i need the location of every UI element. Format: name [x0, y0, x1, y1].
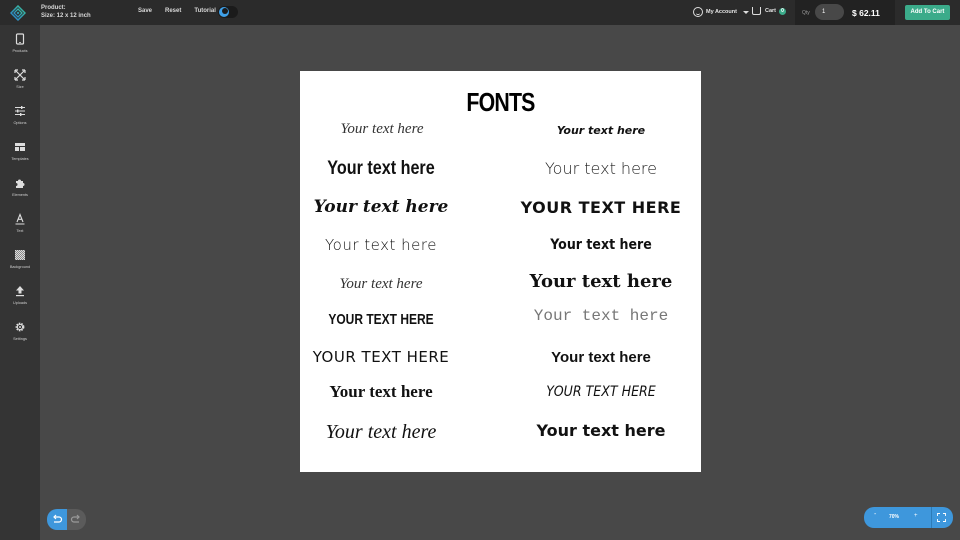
font-sample[interactable]: Your text here — [501, 159, 701, 178]
font-sample[interactable]: Your text here — [501, 421, 701, 440]
font-sample[interactable]: Your text here — [281, 382, 481, 402]
upload-icon — [16, 286, 24, 297]
history-controls — [47, 509, 86, 530]
product-info: Product: Size: 12 x 12 inch — [41, 4, 91, 20]
cart-label: Cart — [765, 8, 777, 14]
quantity-input[interactable]: 1 — [815, 4, 844, 20]
font-sample[interactable]: Your text here — [281, 236, 481, 254]
top-bar: Product: Size: 12 x 12 inch Save Reset T… — [0, 0, 960, 25]
price: $ 62.11 — [852, 8, 880, 18]
cart-button[interactable]: Cart 0 — [752, 7, 787, 15]
account-label: My Account — [706, 9, 737, 15]
font-sample[interactable]: Your text here — [281, 197, 481, 217]
design-canvas[interactable]: FONTS Your text here Your text here Your… — [300, 71, 701, 472]
zoom-in-button[interactable]: + — [914, 513, 918, 519]
product-label: Product: — [41, 5, 66, 11]
undo-button[interactable] — [47, 509, 67, 530]
font-sample[interactable]: Your text here — [501, 307, 701, 325]
divider — [931, 507, 932, 528]
sidebar-label: Text — [16, 229, 24, 233]
sidebar-label: Templates — [11, 157, 29, 161]
add-to-cart-button[interactable]: Add To Cart — [905, 5, 950, 20]
font-sample[interactable]: Your text here — [282, 121, 482, 138]
sidebar-item-elements[interactable]: Elements — [0, 177, 40, 211]
background-icon — [15, 250, 25, 260]
reset-button[interactable]: Reset — [165, 8, 181, 14]
redo-icon — [70, 514, 80, 523]
chevron-down-icon — [742, 10, 749, 14]
sidebar-item-products[interactable]: Products — [0, 33, 40, 67]
font-sample[interactable]: Your text here — [281, 421, 481, 444]
sidebar-label: Size — [16, 85, 24, 89]
font-sample[interactable]: Your text here — [296, 158, 466, 180]
font-sample[interactable]: YOUR TEXT HERE — [301, 311, 461, 328]
font-sample[interactable]: Your text here — [511, 237, 691, 253]
sidebar-label: Products — [12, 49, 28, 53]
fullscreen-icon[interactable] — [937, 513, 946, 522]
size-label: Size: 12 x 12 inch — [41, 13, 91, 19]
zoom-out-button[interactable]: - — [874, 511, 876, 518]
font-sample[interactable]: Your text here — [281, 276, 481, 293]
font-sample[interactable]: YOUR TEXT HERE — [281, 348, 481, 366]
font-sample[interactable]: YOUR TEXT HERE — [501, 198, 701, 217]
save-button[interactable]: Save — [138, 8, 152, 14]
sidebar-item-size[interactable]: Size — [0, 69, 40, 103]
sidebar: Products Size Options Templates Elements… — [0, 25, 40, 540]
qty-label: Qty — [802, 10, 810, 16]
tutorial-button[interactable]: Tutorial — [194, 8, 216, 14]
sidebar-item-settings[interactable]: Settings — [0, 321, 40, 355]
font-sample[interactable]: Your text here — [501, 124, 701, 137]
canvas-title[interactable]: FONTS — [336, 87, 665, 118]
logo-icon — [10, 5, 26, 21]
theme-toggle[interactable] — [218, 6, 238, 18]
cart-icon — [752, 7, 761, 15]
sidebar-label: Uploads — [13, 301, 27, 305]
zoom-controls: - 70% + — [864, 507, 953, 528]
sidebar-label: Elements — [12, 193, 28, 197]
text-icon — [15, 213, 25, 225]
font-sample[interactable]: Your text here — [501, 271, 701, 292]
font-sample[interactable]: Your text here — [501, 349, 701, 366]
template-icon — [15, 143, 25, 151]
moon-icon — [219, 7, 229, 17]
user-icon — [693, 7, 703, 17]
quantity-section: Qty 1 $ 62.11 — [795, 0, 895, 25]
sidebar-item-text[interactable]: Text — [0, 213, 40, 247]
sidebar-label: Options — [13, 121, 27, 125]
tablet-icon — [15, 33, 25, 45]
cart-count-badge: 0 — [779, 7, 787, 15]
my-account-menu[interactable]: My Account — [693, 7, 749, 17]
sidebar-label: Settings — [13, 337, 27, 341]
sidebar-item-options[interactable]: Options — [0, 105, 40, 139]
sidebar-item-uploads[interactable]: Uploads — [0, 285, 40, 319]
sidebar-item-templates[interactable]: Templates — [0, 141, 40, 175]
font-sample[interactable]: YOUR TEXT HERE — [511, 384, 691, 400]
resize-icon — [14, 69, 26, 81]
puzzle-icon — [16, 179, 25, 188]
sidebar-label: Background — [9, 265, 31, 269]
redo-button[interactable] — [67, 509, 86, 530]
zoom-level: 70% — [889, 514, 900, 520]
undo-icon — [53, 514, 63, 523]
sliders-icon — [15, 106, 25, 116]
gear-icon — [15, 322, 25, 332]
sidebar-item-background[interactable]: Background — [0, 249, 40, 283]
